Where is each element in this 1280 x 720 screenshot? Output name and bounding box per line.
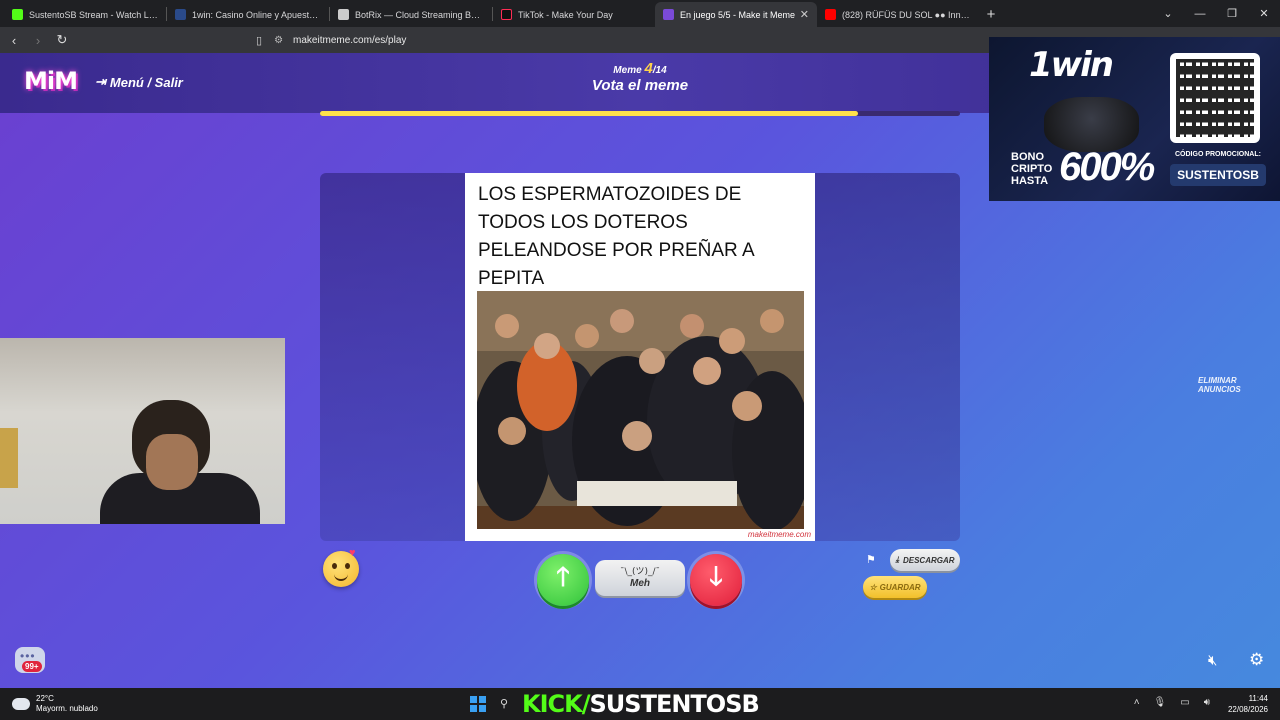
ad-promo-code: SUSTENTOSB	[1170, 164, 1266, 186]
meme-counter-total: /14	[652, 65, 667, 76]
qr-code	[1170, 53, 1260, 143]
cloud-icon	[12, 698, 30, 710]
browser-tab-active[interactable]: En juego 5/5 - Make it Meme ✕	[655, 2, 817, 27]
meh-face: ¯\_(ツ)_/¯	[619, 567, 661, 577]
new-tab-button[interactable]: +	[979, 6, 1003, 23]
ad-hasta-line: HASTA	[1011, 175, 1049, 187]
banner-name: SUSTENTOSB	[589, 690, 760, 718]
ad-logo: 1win	[1029, 45, 1114, 85]
webcam-person-face	[146, 434, 198, 490]
save-label: GUARDAR	[879, 582, 921, 592]
tray-chevron-icon[interactable]: ˄	[1134, 697, 1140, 708]
clock-date: 22/08/2026	[1227, 705, 1268, 714]
window-controls: ⌄ — ❐ ✕	[1152, 0, 1280, 27]
timer-progress-fill	[320, 111, 858, 116]
browser-tab[interactable]: TikTok - Make Your Day	[493, 2, 655, 27]
minimize-icon[interactable]: —	[1184, 8, 1216, 20]
arrow-down-icon: 🡓	[709, 561, 723, 591]
flag-icon[interactable]: ⚑	[866, 553, 876, 566]
download-button[interactable]: ⤓ DESCARGAR	[890, 549, 960, 571]
exit-icon: ⇥	[95, 74, 106, 89]
reload-icon[interactable]: ↻	[52, 32, 72, 48]
site-logo[interactable]: MiM	[24, 67, 78, 95]
arrow-up-icon: 🡑	[556, 561, 570, 591]
browser-tab[interactable]: (828) RÜFÜS DU SOL ●● Innerbloom	[817, 2, 979, 27]
system-tray: ˄ 🎙︎ ▭ 🔊︎	[1134, 697, 1210, 708]
tab-favicon-icon	[663, 9, 674, 20]
tab-favicon-icon	[12, 9, 23, 20]
downvote-button[interactable]: 🡓	[690, 554, 742, 606]
download-icon: ⤓	[895, 555, 899, 564]
weather-widget[interactable]: 22°C Mayorm. nublado	[12, 694, 98, 714]
chat-badge: 99+	[22, 661, 42, 672]
ad-coin-graphic	[1044, 97, 1139, 152]
url-text[interactable]: makeitmeme.com/es/play	[293, 35, 406, 46]
tab-favicon-icon	[825, 9, 836, 20]
bookmark-icon[interactable]: ▯	[256, 34, 262, 47]
browser-tab[interactable]: 1win: Casino Online y Apuestas Depo...	[167, 2, 329, 27]
search-icon[interactable]: ⚲	[500, 697, 508, 710]
webcam-overlay	[0, 338, 285, 524]
ad-bono-text: BONO CRIPTO HASTA	[1011, 151, 1052, 187]
back-icon[interactable]: ‹	[4, 33, 24, 48]
weather-temperature: 22°C	[36, 694, 54, 703]
browser-tab-strip: SustentoSB Stream - Watch Live ... 1win:…	[0, 0, 1280, 27]
meme-counter: Meme 4/14	[600, 60, 680, 77]
timer-progress-bar	[320, 111, 960, 116]
meme-photo-image	[477, 291, 804, 529]
windows-taskbar: 22°C Mayorm. nublado ⚲ KICK/SUSTENTOSB ˄…	[0, 688, 1280, 720]
meme-counter-current: 4	[644, 60, 653, 77]
star-icon: ☆	[869, 582, 877, 592]
tab-list-icon[interactable]: ⌄	[1152, 7, 1184, 20]
clock-time: 11:44	[1248, 694, 1268, 703]
tab-favicon-icon	[501, 9, 512, 20]
meh-button[interactable]: ¯\_(ツ)_/¯ Meh	[595, 560, 685, 596]
maximize-icon[interactable]: ❐	[1216, 7, 1248, 20]
upvote-button[interactable]: 🡑	[537, 554, 589, 606]
ad-percent: 600%	[1059, 145, 1155, 189]
ad-cripto-line: CRIPTO	[1011, 163, 1053, 175]
menu-exit-label: Menú / Salir	[109, 74, 183, 90]
save-button[interactable]: ☆ GUARDAR	[863, 576, 927, 598]
site-info-icon[interactable]: ⚙	[274, 35, 283, 46]
meme-stage: LOS ESPERMATOZOIDES DE TODOS LOS DOTEROS…	[320, 173, 960, 541]
page-title: Vota el meme	[591, 77, 689, 94]
mute-icon[interactable]: 🔇︎	[1208, 652, 1217, 669]
close-window-icon[interactable]: ✕	[1248, 7, 1280, 20]
stream-banner: KICK/SUSTENTOSB	[522, 690, 760, 718]
forward-icon[interactable]: ›	[28, 33, 48, 48]
network-icon[interactable]: ▭	[1180, 697, 1189, 708]
meme-caption: LOS ESPERMATOZOIDES DE TODOS LOS DOTEROS…	[478, 184, 754, 289]
weather-description: Mayorm. nublado	[36, 704, 98, 713]
system-clock[interactable]: 11:44 22/08/2026	[1228, 693, 1268, 715]
browser-tab[interactable]: SustentoSB Stream - Watch Live ...	[4, 2, 166, 27]
meme-photo	[477, 291, 804, 529]
download-label: DESCARGAR	[902, 555, 955, 565]
tab-favicon-icon	[175, 9, 186, 20]
address-bar[interactable]: ▯ ⚙ makeitmeme.com/es/play	[256, 30, 996, 50]
banner-kick: KICK/	[522, 690, 591, 718]
ad-bono-line: BONO	[1011, 151, 1044, 163]
browser-tab[interactable]: BotRix — Cloud Streaming Bot for Tw...	[330, 2, 492, 27]
webcam-background-object	[0, 428, 18, 488]
microphone-icon[interactable]: 🎙︎	[1154, 697, 1167, 708]
ad-code-label: CÓDIGO PROMOCIONAL:	[1175, 151, 1261, 158]
tab-favicon-icon	[338, 9, 349, 20]
meme-counter-prefix: Meme	[613, 65, 642, 76]
remove-ads-link[interactable]: ELIMINAR ANUNCIOS	[1198, 376, 1280, 394]
close-tab-icon[interactable]: ✕	[800, 8, 809, 21]
windows-start-icon[interactable]	[470, 696, 486, 712]
settings-gear-icon[interactable]: ⚙	[1249, 650, 1264, 670]
heart-icon: ♥	[349, 547, 356, 559]
sponsor-ad-overlay: 1win BONO CRIPTO HASTA 600% CÓDIGO PROMO…	[989, 37, 1280, 201]
meme-watermark: makeitmeme.com	[747, 530, 811, 539]
volume-icon[interactable]: 🔊︎	[1204, 697, 1210, 708]
menu-exit-link[interactable]: ⇥ Menú / Salir	[95, 74, 183, 90]
meh-label: Meh	[630, 578, 650, 589]
meme-card: LOS ESPERMATOZOIDES DE TODOS LOS DOTEROS…	[465, 173, 815, 541]
